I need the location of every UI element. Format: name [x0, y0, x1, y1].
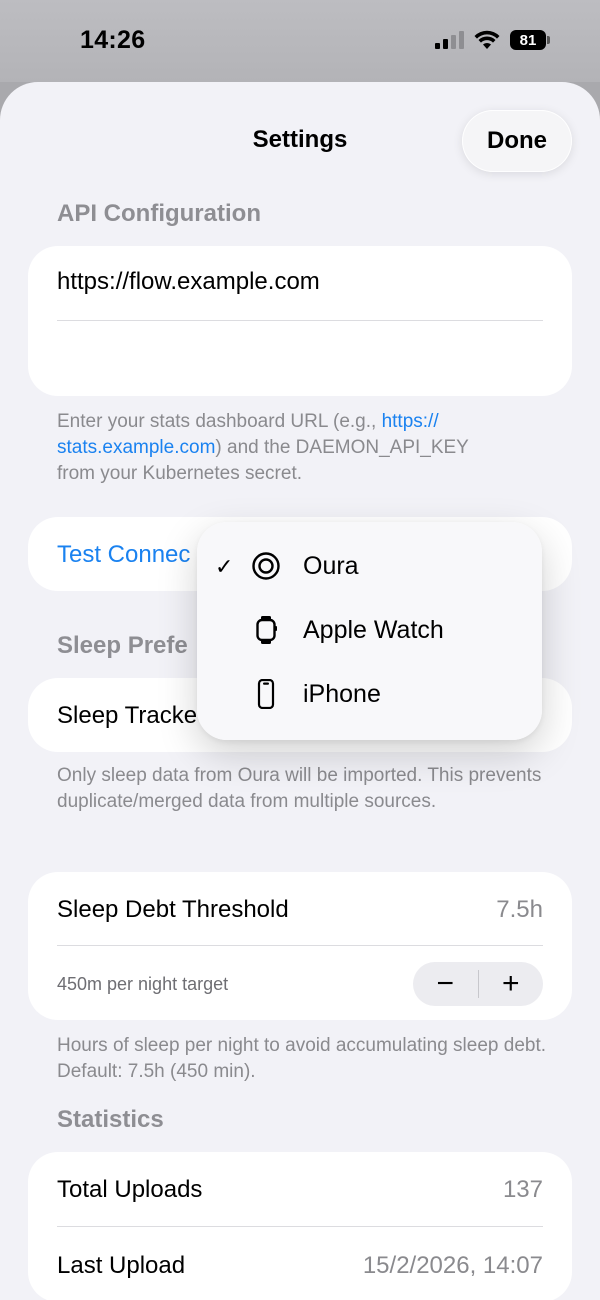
sleep-section-header: Sleep Prefe: [57, 632, 188, 659]
total-uploads-label: Total Uploads: [57, 1176, 203, 1203]
api-footer-text-3: from your Kubernetes secret.: [57, 463, 302, 484]
menu-item-oura[interactable]: ✓ Oura: [197, 538, 542, 598]
threshold-divider: [57, 945, 543, 946]
api-section-header: API Configuration: [57, 200, 261, 227]
menu-item-label: iPhone: [303, 680, 381, 708]
api-config-card: https://flow.example.com: [28, 246, 572, 396]
increment-button[interactable]: +: [479, 962, 544, 1006]
api-key-field[interactable]: [57, 330, 543, 380]
menu-item-iphone[interactable]: iPhone: [197, 666, 542, 726]
status-time: 14:26: [80, 26, 146, 54]
statistics-section-header: Statistics: [57, 1106, 164, 1133]
decrement-button[interactable]: −: [413, 962, 478, 1006]
api-footer: Enter your stats dashboard URL (e.g., ht…: [57, 409, 547, 487]
api-footer-text: Enter your stats dashboard URL (e.g.,: [57, 411, 382, 432]
threshold-sublabel: 450m per night target: [57, 974, 229, 994]
apple-watch-icon: [256, 616, 277, 644]
last-upload-value: 15/2/2026, 14:07: [362, 1252, 543, 1279]
battery-icon: 81: [510, 30, 550, 50]
total-uploads-value: 137: [502, 1176, 543, 1203]
cellular-signal-icon: [435, 31, 464, 49]
sleep-footer: Only sleep data from Oura will be import…: [57, 765, 542, 812]
url-field[interactable]: https://flow.example.com: [57, 268, 543, 308]
menu-item-apple-watch[interactable]: Apple Watch: [197, 602, 542, 662]
battery-level: 81: [519, 31, 537, 49]
done-button[interactable]: Done: [462, 110, 572, 172]
statistics-card: Total Uploads 137 Last Upload 15/2/2026,…: [28, 1152, 572, 1300]
wifi-icon: [474, 30, 500, 49]
menu-item-label: Apple Watch: [303, 616, 444, 644]
threshold-value: 7.5h: [496, 896, 543, 923]
status-bar: 14:26 81: [0, 0, 600, 82]
threshold-footer: Hours of sleep per night to avoid accumu…: [57, 1035, 547, 1082]
example-url-link-cont[interactable]: stats.example.com: [57, 437, 215, 458]
sleep-tracker-menu: ✓ Oura Apple Watch iPhone: [197, 522, 542, 740]
menu-item-label: Oura: [303, 552, 359, 580]
test-connection-button[interactable]: Test Connec: [57, 541, 190, 569]
status-icons: 81: [435, 30, 550, 50]
example-url-link[interactable]: https://: [382, 411, 439, 432]
api-footer-text-2: ) and the DAEMON_API_KEY: [215, 437, 469, 458]
iphone-icon: [257, 679, 275, 709]
threshold-card: Sleep Debt Threshold 7.5h 450m per night…: [28, 872, 572, 1020]
last-upload-label: Last Upload: [57, 1252, 186, 1279]
sleep-tracker-label: Sleep Tracke: [57, 702, 198, 729]
field-divider: [57, 320, 543, 321]
checkmark-icon: ✓: [215, 554, 234, 579]
threshold-label: Sleep Debt Threshold: [57, 896, 289, 923]
oura-ring-icon: [252, 552, 280, 580]
statistics-divider: [57, 1226, 543, 1227]
threshold-stepper[interactable]: − +: [413, 962, 543, 1006]
